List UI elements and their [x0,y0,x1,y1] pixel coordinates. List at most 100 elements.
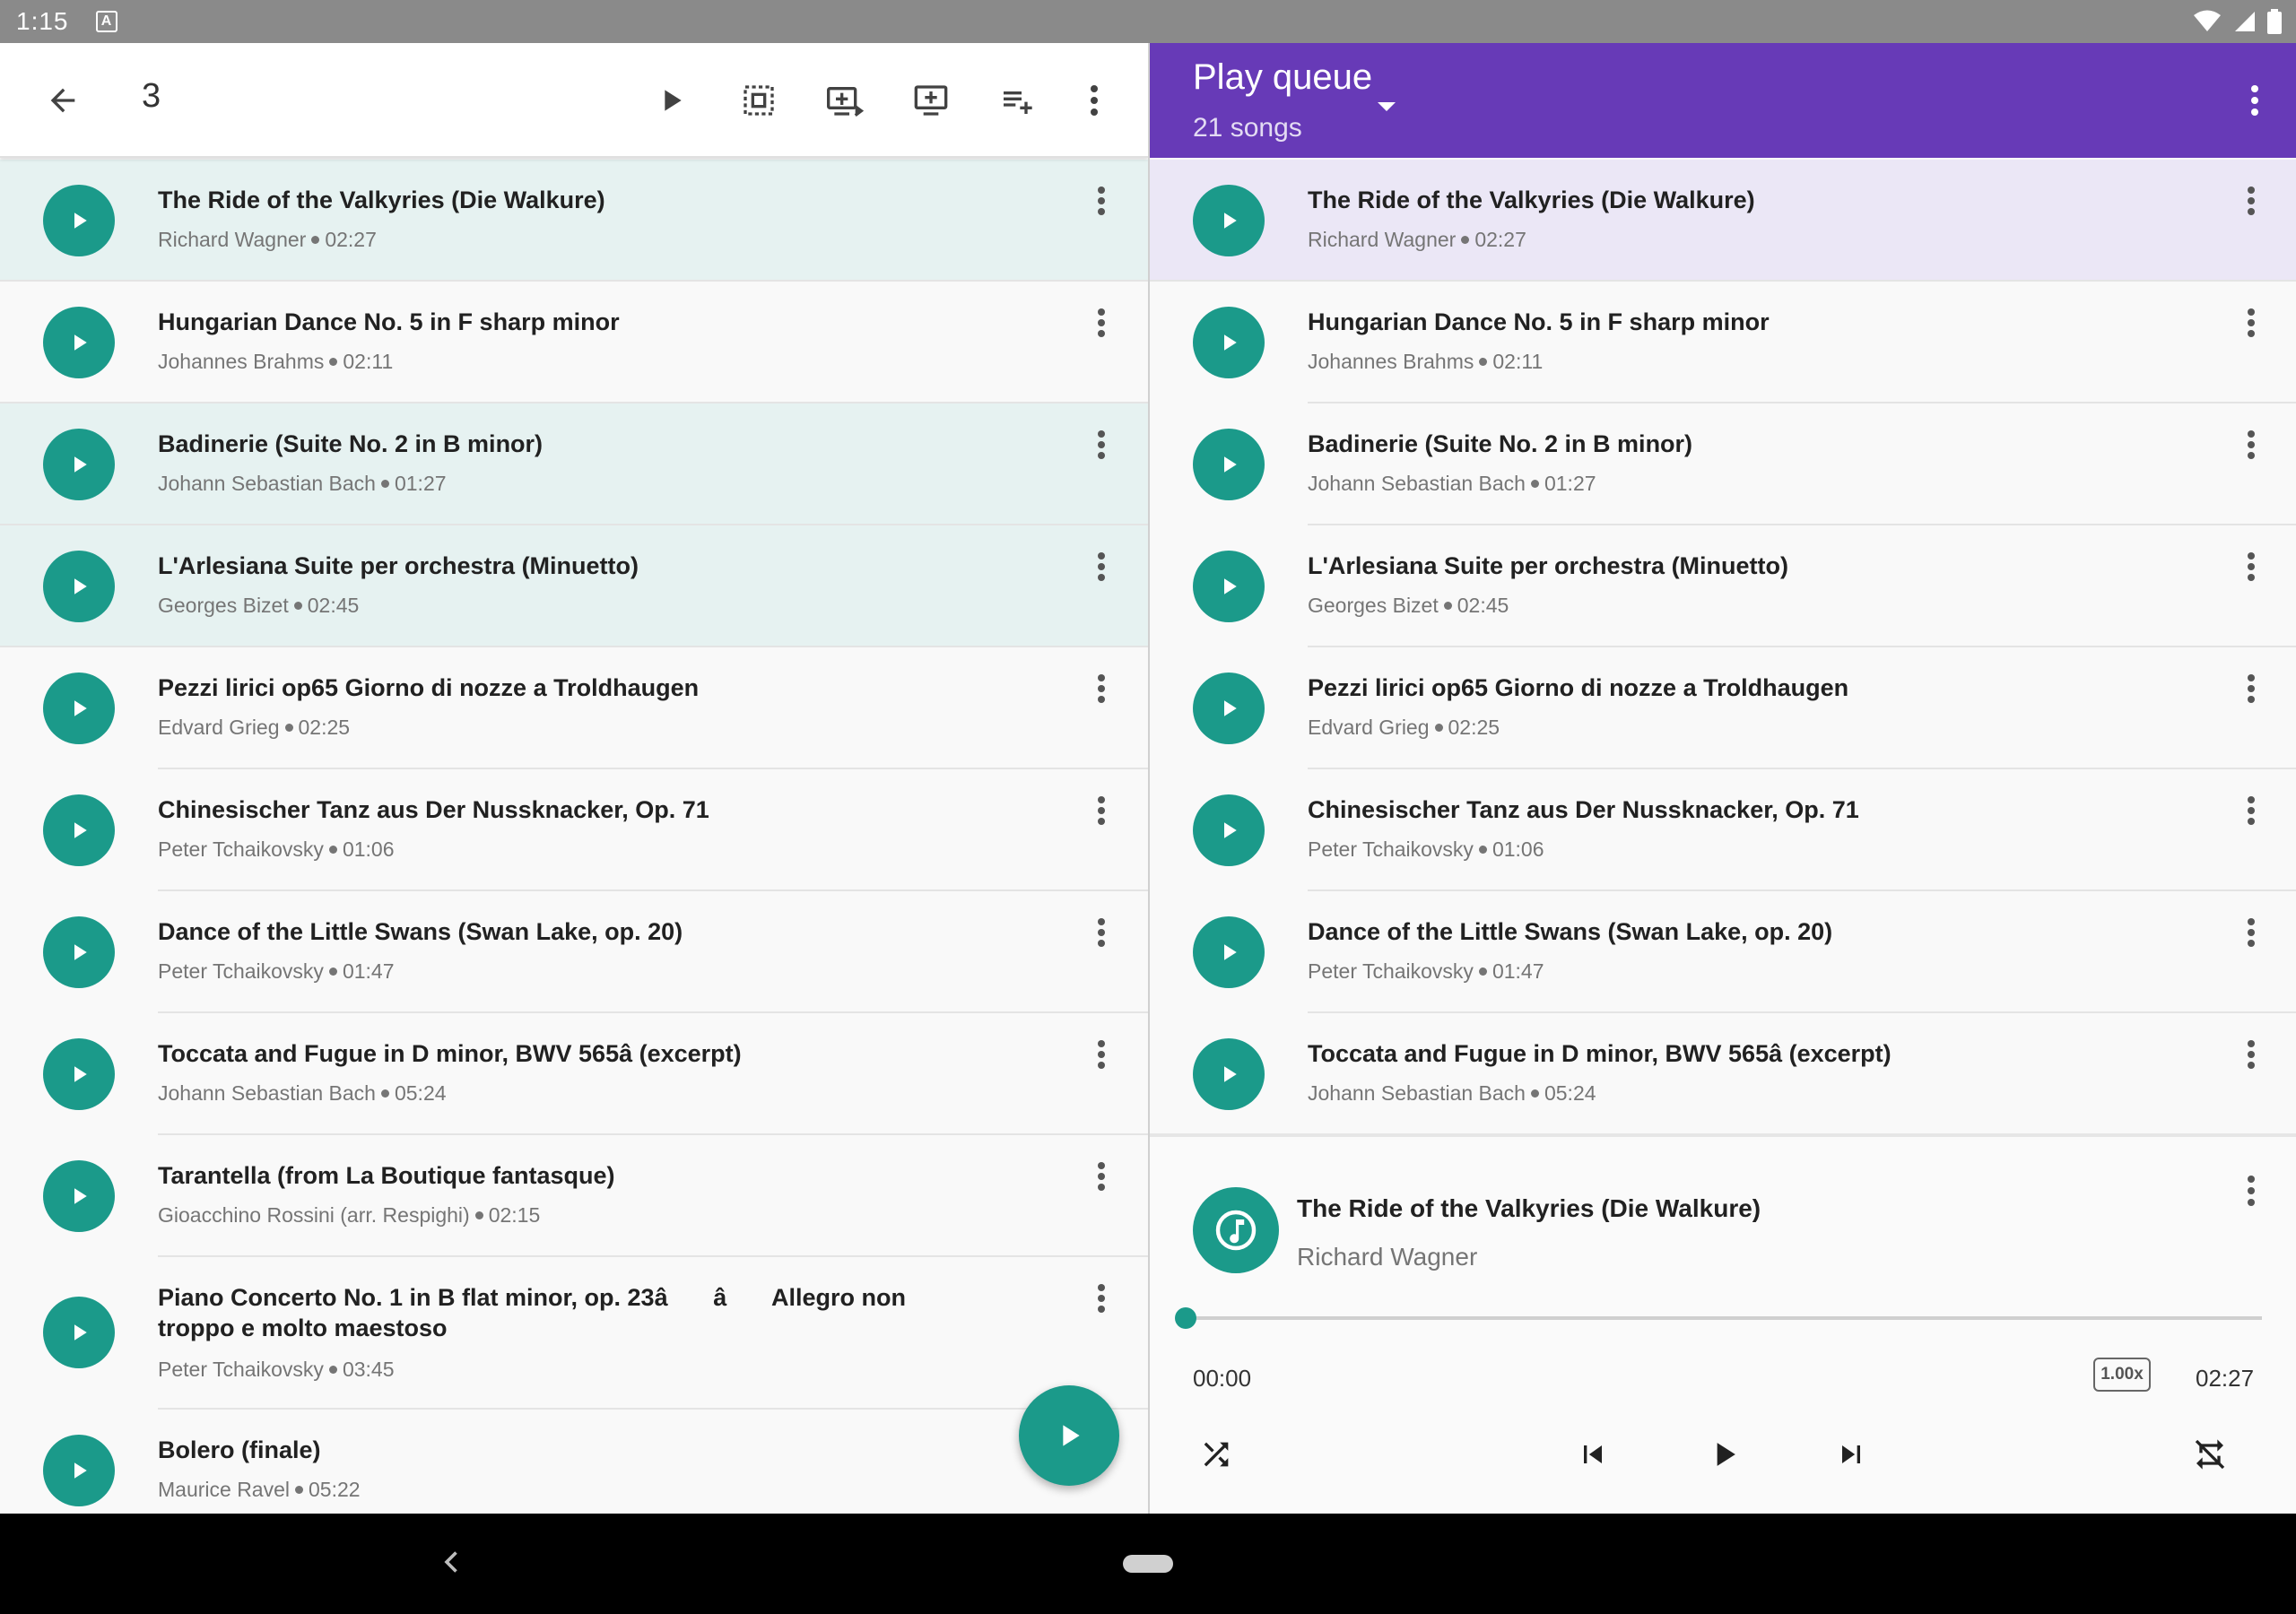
queue-row[interactable]: Chinesischer Tanz aus Der Nussknacker, O… [1150,769,2296,891]
song-subtitle: Georges Bizet 02:45 [1308,594,1509,618]
more-vert-icon[interactable] [2230,1169,2273,1212]
more-vert-icon[interactable] [1080,179,1123,222]
shuffle-icon[interactable] [1187,1426,1245,1483]
add-to-queue-icon[interactable] [902,72,960,129]
play-icon[interactable] [43,916,115,988]
more-vert-icon[interactable] [2233,79,2276,122]
nav-home-pill[interactable] [1123,1555,1173,1573]
song-duration: 02:45 [1457,594,1509,617]
queue-row[interactable]: Pezzi lirici op65 Giorno di nozze a Trol… [1150,647,2296,769]
more-vert-icon[interactable] [1080,545,1123,588]
play-icon[interactable] [43,551,115,622]
skip-next-icon[interactable] [1822,1426,1880,1483]
separator-dot [1443,601,1452,610]
song-artist: Georges Bizet [158,594,289,617]
current-time: 00:00 [1193,1365,1252,1392]
back-arrow-icon[interactable] [34,72,91,129]
song-artist: Maurice Ravel [158,1478,290,1501]
song-row[interactable]: Piano Concerto No. 1 in B flat minor, op… [0,1257,1148,1410]
skip-previous-icon[interactable] [1564,1426,1622,1483]
more-vert-icon[interactable] [2230,1033,2273,1076]
more-vert-icon[interactable] [2230,179,2273,222]
play-icon[interactable] [1193,429,1265,500]
play-icon[interactable] [43,429,115,500]
play-icon[interactable] [43,1297,115,1368]
play-next-icon[interactable] [816,72,874,129]
separator-dot [1479,357,1488,366]
more-vert-icon[interactable] [1065,72,1123,129]
play-icon[interactable] [1193,916,1265,988]
more-vert-icon[interactable] [2230,789,2273,832]
song-row[interactable]: Toccata and Fugue in D minor, BWV 565â (… [0,1013,1148,1135]
song-duration: 01:47 [342,959,395,983]
play-icon[interactable] [1695,1426,1752,1483]
song-title: Toccata and Fugue in D minor, BWV 565â (… [158,1040,742,1067]
song-subtitle: Peter Tchaikovsky 03:45 [158,1358,395,1382]
more-vert-icon[interactable] [1080,911,1123,954]
queue-row[interactable]: The Ride of the Valkyries (Die Walkure) … [1150,160,2296,282]
song-row[interactable]: Pezzi lirici op65 Giorno di nozze a Trol… [0,647,1148,769]
song-list: The Ride of the Valkyries (Die Walkure) … [0,160,1148,1514]
song-duration: 02:25 [298,716,351,739]
play-icon[interactable] [1193,307,1265,378]
queue-row[interactable]: Dance of the Little Swans (Swan Lake, op… [1150,891,2296,1013]
play-icon[interactable] [1193,672,1265,744]
song-row[interactable]: Chinesischer Tanz aus Der Nussknacker, O… [0,769,1148,891]
queue-row[interactable]: L'Arlesiana Suite per orchestra (Minuett… [1150,525,2296,647]
song-row[interactable]: Badinerie (Suite No. 2 in B minor) Johan… [0,404,1148,525]
play-icon[interactable] [1193,794,1265,866]
song-row[interactable]: Dance of the Little Swans (Swan Lake, op… [0,891,1148,1013]
song-row[interactable]: Tarantella (from La Boutique fantasque) … [0,1135,1148,1257]
more-vert-icon[interactable] [1080,1033,1123,1076]
more-vert-icon[interactable] [1080,1277,1123,1320]
select-all-icon[interactable] [730,72,787,129]
more-vert-icon[interactable] [1080,301,1123,344]
play-icon[interactable] [43,1435,115,1506]
queue-row[interactable]: Badinerie (Suite No. 2 in B minor) Johan… [1150,404,2296,525]
song-duration: 01:47 [1492,959,1544,983]
play-icon[interactable] [1193,185,1265,256]
song-title: Bolero (finale) [158,1436,321,1463]
song-duration: 01:27 [1544,472,1596,495]
song-duration: 01:27 [394,472,447,495]
song-row[interactable]: Hungarian Dance No. 5 in F sharp minor J… [0,282,1148,404]
song-row[interactable]: Bolero (finale) Maurice Ravel 05:22 [0,1410,1148,1514]
dropdown-arrow-icon[interactable] [1376,100,1397,113]
more-vert-icon[interactable] [1080,423,1123,466]
play-icon[interactable] [43,307,115,378]
play-icon[interactable] [43,185,115,256]
song-title: Hungarian Dance No. 5 in F sharp minor [1308,308,1770,335]
queue-row[interactable]: Toccata and Fugue in D minor, BWV 565â (… [1150,1013,2296,1130]
play-icon[interactable] [43,1160,115,1232]
play-icon[interactable] [43,794,115,866]
song-row[interactable]: The Ride of the Valkyries (Die Walkure) … [0,160,1148,282]
selection-count: 3 [142,77,161,115]
more-vert-icon[interactable] [2230,545,2273,588]
song-row[interactable]: L'Arlesiana Suite per orchestra (Minuett… [0,525,1148,647]
play-icon[interactable] [43,672,115,744]
nav-back-icon[interactable] [436,1546,468,1578]
queue-title[interactable]: Play queue [1193,57,1372,98]
more-vert-icon[interactable] [2230,301,2273,344]
repeat-off-icon[interactable] [2181,1426,2239,1483]
more-vert-icon[interactable] [2230,423,2273,466]
song-title: The Ride of the Valkyries (Die Walkure) [158,187,605,213]
more-vert-icon[interactable] [2230,911,2273,954]
status-icons [2194,9,2282,34]
more-vert-icon[interactable] [1080,667,1123,710]
queue-row[interactable]: Hungarian Dance No. 5 in F sharp minor J… [1150,282,2296,404]
play-selected-icon[interactable] [642,72,700,129]
play-icon[interactable] [1193,551,1265,622]
seek-bar[interactable] [1186,1316,2262,1320]
more-vert-icon[interactable] [1080,789,1123,832]
add-to-playlist-icon[interactable] [988,72,1046,129]
play-icon[interactable] [43,1038,115,1110]
song-subtitle: Johannes Brahms 02:11 [1308,350,1543,374]
playback-speed-button[interactable]: 1.00x [2093,1358,2151,1392]
play-fab[interactable] [1019,1385,1119,1486]
song-title: Hungarian Dance No. 5 in F sharp minor [158,308,620,335]
more-vert-icon[interactable] [2230,667,2273,710]
play-icon[interactable] [1193,1038,1265,1110]
seek-thumb[interactable] [1175,1307,1196,1329]
more-vert-icon[interactable] [1080,1155,1123,1198]
